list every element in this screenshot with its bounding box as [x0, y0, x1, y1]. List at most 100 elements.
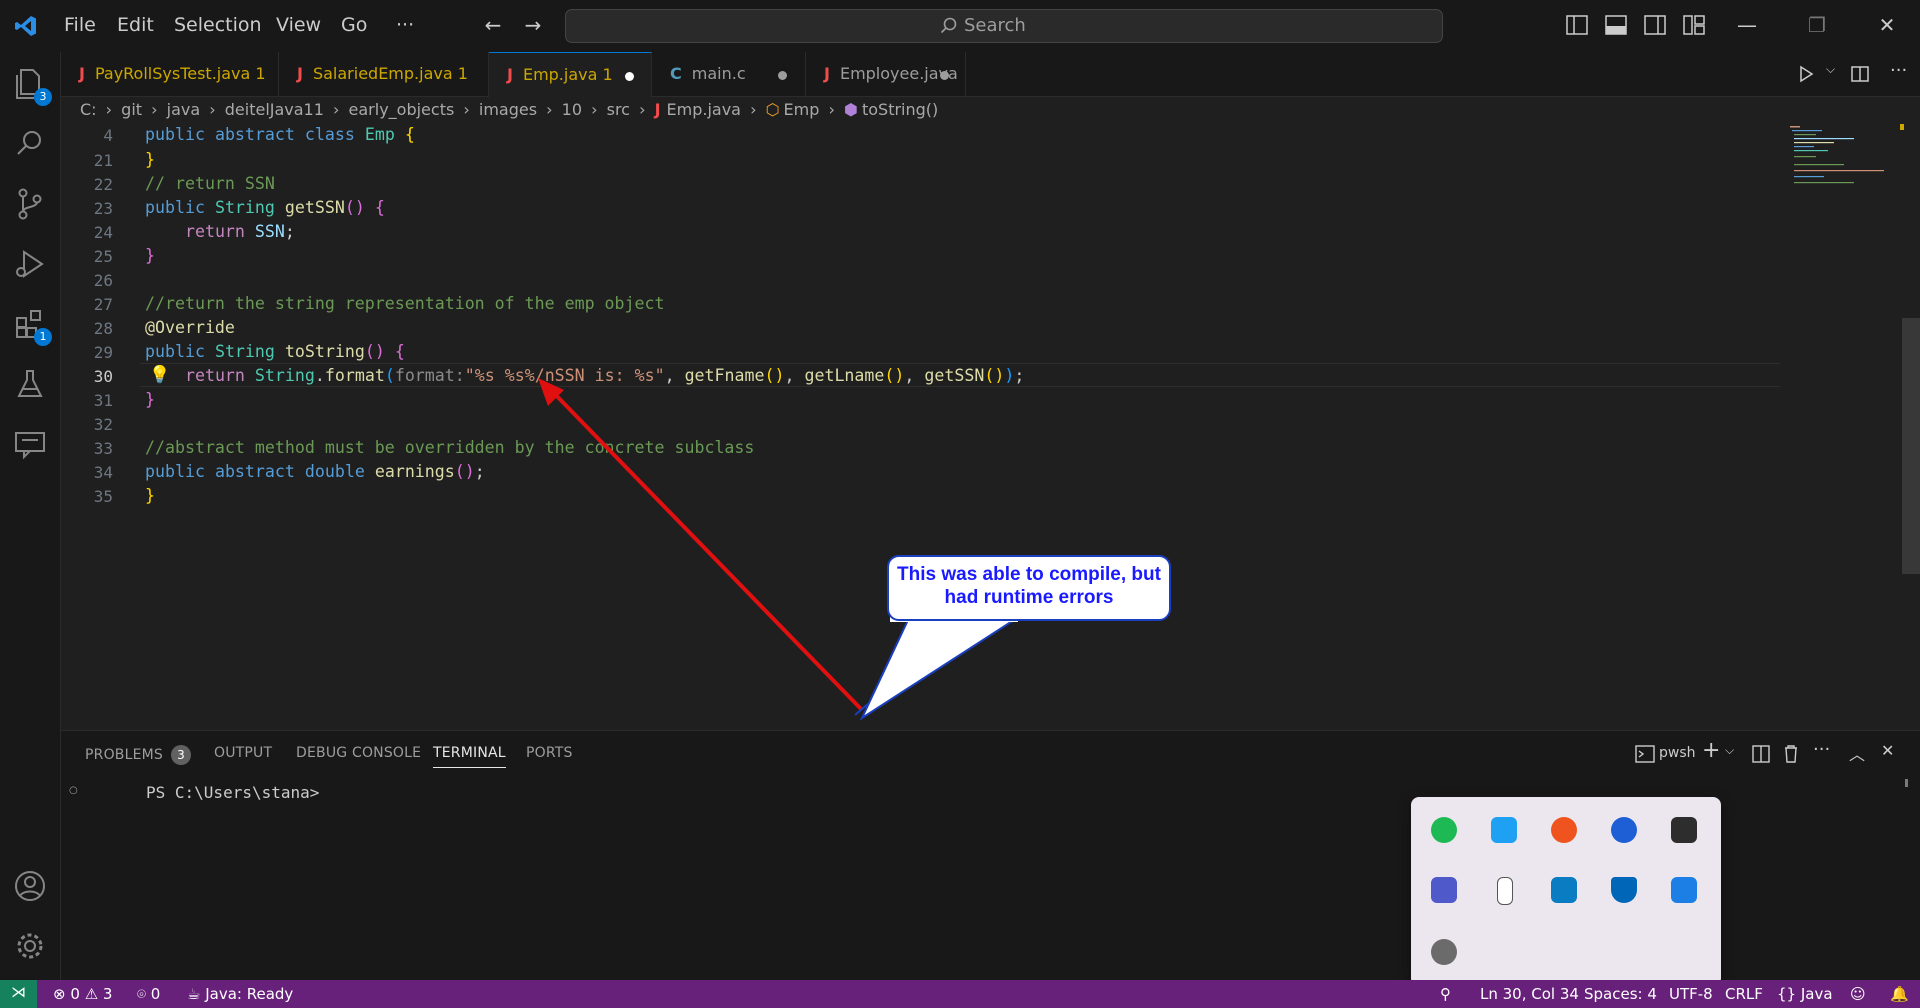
app-wave-icon[interactable]	[1551, 817, 1577, 843]
app-waveform-icon[interactable]	[1671, 877, 1697, 903]
lightbulb-icon[interactable]: 💡	[149, 365, 170, 385]
zoom-icon[interactable]: ⚲	[1440, 985, 1451, 1003]
language-label: Java	[1800, 985, 1833, 1003]
testing-button[interactable]	[10, 364, 50, 404]
tab-terminal[interactable]: TERMINAL	[433, 745, 506, 768]
problems-count-badge: 3	[171, 745, 192, 765]
more-actions-icon[interactable]: ···	[1890, 60, 1907, 81]
manage-button[interactable]	[10, 926, 50, 966]
terminal-scrollbar[interactable]	[1905, 779, 1908, 787]
line-number: 33	[93, 439, 113, 458]
ports-status[interactable]: ⌾ 0	[137, 985, 160, 1003]
intel-graphics-icon[interactable]	[1551, 877, 1577, 903]
notifications-bell-icon[interactable]: 🔔	[1890, 985, 1909, 1003]
onedrive-info-icon[interactable]	[1431, 939, 1457, 965]
remote-indicator[interactable]: ⋊	[0, 980, 37, 1008]
line-ending[interactable]: CRLF	[1725, 985, 1763, 1003]
run-file-icon[interactable]	[1797, 65, 1815, 83]
maximize-panel-icon[interactable]: ︿	[1849, 741, 1865, 765]
accounts-button[interactable]	[10, 866, 50, 906]
tab-ports[interactable]: PORTS	[526, 745, 573, 761]
unsaved-dot-icon[interactable]	[940, 71, 949, 80]
tab-main-c[interactable]: Cmain.c	[652, 52, 806, 96]
warning-icon: ⚠	[84, 985, 99, 1003]
breadcrumb-item[interactable]: toString()	[862, 100, 938, 119]
explorer-button[interactable]: 3	[10, 64, 52, 106]
tab-emp-active[interactable]: J Emp.java 1	[489, 52, 652, 97]
unsaved-dot-icon[interactable]	[778, 71, 787, 80]
line-number: 27	[93, 295, 113, 314]
copilot-icon[interactable]: ☺	[1850, 985, 1866, 1003]
java-status[interactable]: ☕ Java: Ready	[187, 985, 293, 1003]
breadcrumb-item[interactable]: java	[167, 100, 201, 119]
command-search-box[interactable]: Search	[565, 9, 1443, 43]
breadcrumb-item[interactable]: Emp	[784, 100, 820, 119]
usb-drive-icon[interactable]	[1497, 877, 1513, 905]
toggle-secondary-sidebar-icon[interactable]	[1644, 15, 1666, 35]
breadcrumb-item[interactable]: src	[607, 100, 630, 119]
teams-icon[interactable]	[1431, 877, 1457, 903]
encoding[interactable]: UTF-8	[1669, 985, 1713, 1003]
menu-go[interactable]: Go	[341, 14, 367, 36]
menu-edit[interactable]: Edit	[117, 14, 154, 36]
language-mode[interactable]: {} Java	[1777, 985, 1833, 1003]
breadcrumb-item[interactable]: 10	[562, 100, 582, 119]
tab-employee[interactable]: J Employee.java	[806, 52, 966, 96]
terminal-dropdown-icon[interactable]: ⌵	[1725, 743, 1734, 758]
close-window-icon[interactable]: ✕	[1876, 14, 1898, 36]
split-editor-icon[interactable]	[1851, 65, 1869, 83]
close-panel-icon[interactable]: ✕	[1881, 741, 1894, 760]
menu-file[interactable]: File	[64, 14, 96, 36]
menu-view[interactable]: View	[276, 14, 321, 36]
trash-icon[interactable]	[1783, 744, 1799, 763]
toggle-panel-icon[interactable]	[1605, 15, 1627, 35]
forward-arrow-icon[interactable]: →	[522, 14, 544, 36]
menu-selection[interactable]: Selection	[174, 14, 262, 36]
indentation[interactable]: Spaces: 4	[1584, 985, 1657, 1003]
tab-output[interactable]: OUTPUT	[214, 745, 272, 761]
terminal-decoration-icon: ○	[69, 785, 78, 796]
nvidia-icon[interactable]	[1671, 817, 1697, 843]
app-ring-icon[interactable]	[1611, 817, 1637, 843]
breadcrumb-item[interactable]: deitelJava11	[225, 100, 324, 119]
search-view-button[interactable]	[10, 124, 50, 164]
toggle-primary-sidebar-icon[interactable]	[1566, 15, 1588, 35]
extensions-button[interactable]: 1	[10, 304, 52, 346]
java-cup-icon: ☕	[187, 985, 201, 1003]
minimize-icon[interactable]: —	[1736, 14, 1758, 36]
cursor-position[interactable]: Ln 30, Col 34	[1480, 985, 1579, 1003]
panel-more-icon[interactable]: ···	[1813, 739, 1830, 760]
editor-scrollbar[interactable]	[1902, 318, 1920, 574]
problems-status[interactable]: ⊗ 0 ⚠ 3	[53, 985, 112, 1003]
tab-problems[interactable]: PROBLEMS 3	[85, 745, 192, 765]
method-symbol-icon: ⬢	[844, 100, 858, 119]
breadcrumb-item[interactable]: C:	[80, 100, 97, 119]
app-dots-icon[interactable]	[1491, 817, 1517, 843]
terminal-prompt[interactable]: PS C:\Users\stana>	[146, 783, 319, 802]
spotify-icon[interactable]	[1431, 817, 1457, 843]
code-line-34: public abstract double earnings();	[145, 462, 485, 481]
restore-icon[interactable]: ❐	[1806, 14, 1828, 36]
breadcrumb-item[interactable]: Emp.java	[667, 100, 741, 119]
run-dropdown-icon[interactable]: ⌵	[1826, 62, 1835, 77]
remote-explorer-button[interactable]	[10, 424, 50, 464]
breadcrumb-item[interactable]: images	[479, 100, 537, 119]
tab-label: PayRollSysTest.java 1	[94, 64, 266, 83]
run-debug-button[interactable]	[10, 244, 50, 284]
unsaved-dot-icon[interactable]	[625, 72, 634, 81]
split-terminal-icon[interactable]	[1752, 745, 1770, 763]
breadcrumb-item[interactable]: early_objects	[349, 100, 455, 119]
tab-salariedemp[interactable]: J SalariedEmp.java 1	[279, 52, 489, 96]
source-control-button[interactable]	[10, 184, 50, 224]
new-terminal-icon[interactable]: +	[1702, 738, 1720, 763]
terminal-shell-label[interactable]: pwsh	[1659, 745, 1696, 761]
tab-debug-console[interactable]: DEBUG CONSOLE	[296, 745, 421, 761]
back-arrow-icon[interactable]: ←	[482, 14, 504, 36]
menu-more[interactable]: ···	[396, 14, 414, 36]
tab-payrollsystest[interactable]: J PayRollSysTest.java 1	[61, 52, 279, 96]
minimap[interactable]	[1788, 124, 1904, 204]
class-symbol-icon: ⬡	[765, 100, 780, 119]
customize-layout-icon[interactable]	[1683, 15, 1705, 35]
breadcrumb-item[interactable]: git	[121, 100, 142, 119]
defender-warning-icon[interactable]	[1611, 877, 1637, 903]
